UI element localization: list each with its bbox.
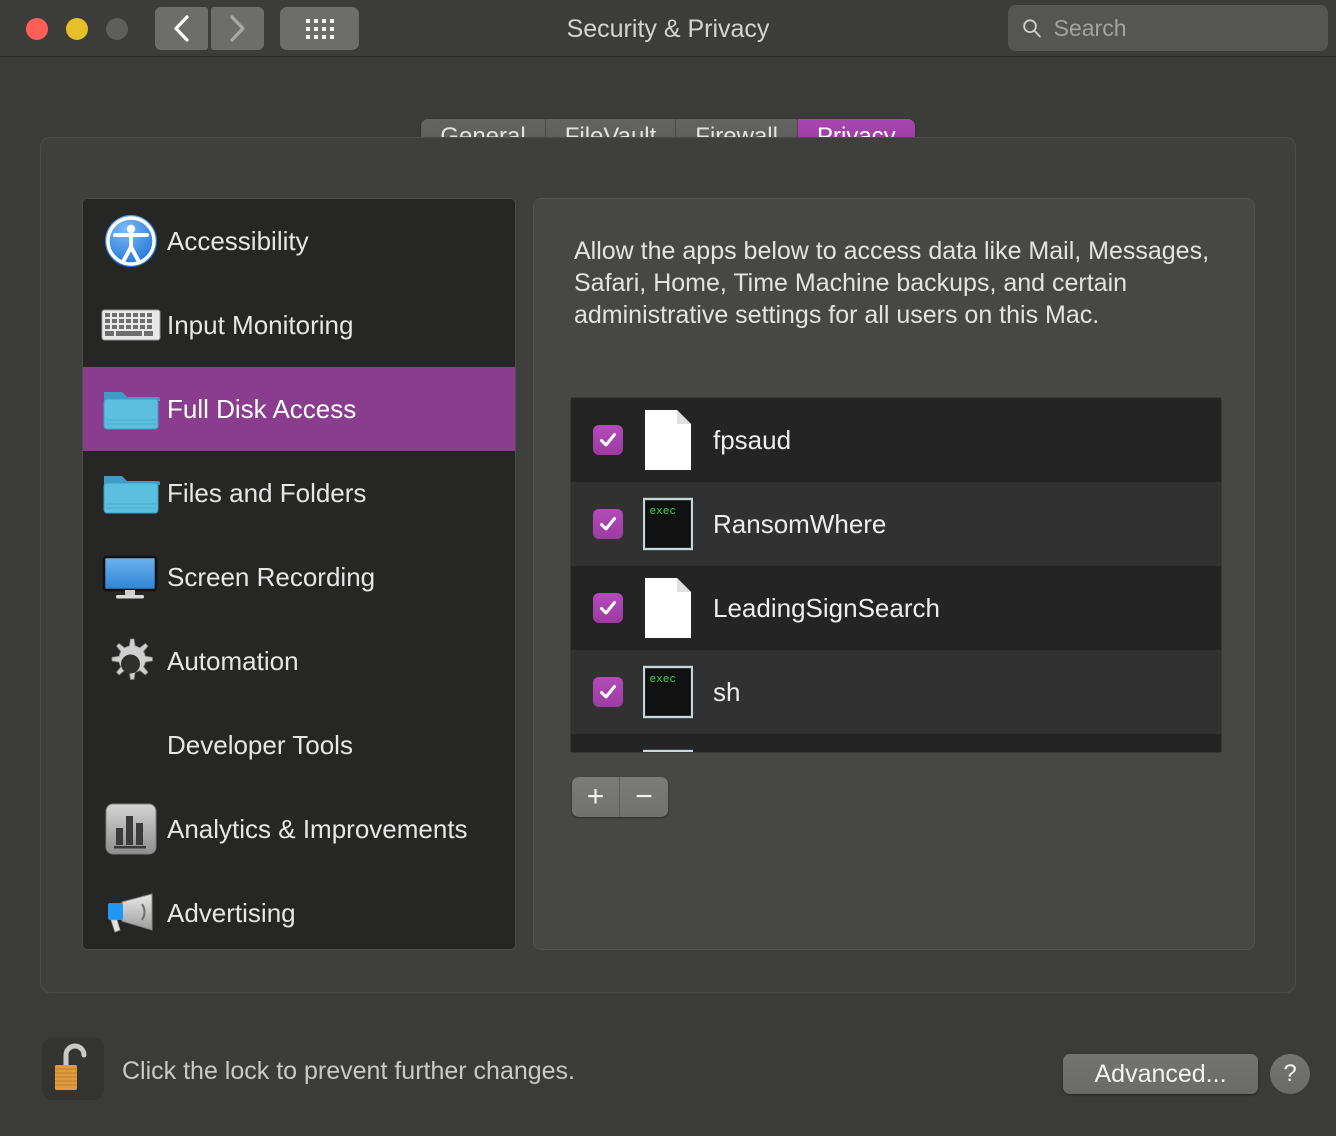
megaphone-icon <box>95 885 167 941</box>
no-icon-placeholder <box>95 717 167 773</box>
app-checkbox[interactable] <box>593 677 623 707</box>
app-name: LeadingSignSearch <box>713 592 940 623</box>
blank-document-icon <box>643 409 693 471</box>
checkmark-icon <box>600 433 616 447</box>
unlocked-padlock-icon <box>48 1040 98 1099</box>
sidebar-item-label: Automation <box>167 645 299 676</box>
sidebar-item-label: Accessibility <box>167 225 309 256</box>
list-action-buttons: + − <box>572 777 668 817</box>
folder-icon <box>95 465 167 521</box>
checkmark-icon <box>600 517 616 531</box>
app-checkbox[interactable] <box>593 593 623 623</box>
sidebar-item-label: Developer Tools <box>167 729 353 760</box>
table-row-partial[interactable] <box>571 734 1221 752</box>
gear-icon <box>95 633 167 689</box>
sidebar-item-label: Input Monitoring <box>167 309 354 340</box>
keyboard-icon <box>95 297 167 353</box>
exec-icon <box>643 745 693 752</box>
help-button[interactable]: ? <box>1270 1054 1310 1094</box>
table-row[interactable]: exec sh <box>571 650 1221 734</box>
bottom-bar: Click the lock to prevent further change… <box>0 1022 1336 1136</box>
sidebar-item-advertising[interactable]: Advertising <box>83 871 515 949</box>
app-checkbox[interactable] <box>593 425 623 455</box>
sidebar-item-label: Analytics & Improvements <box>167 813 468 844</box>
advanced-button[interactable]: Advanced... <box>1063 1054 1258 1094</box>
sidebar-item-label: Screen Recording <box>167 561 376 592</box>
pane-description: Allow the apps below to access data like… <box>574 237 1210 329</box>
table-row[interactable]: LeadingSignSearch <box>571 566 1221 650</box>
exec-icon: exec <box>643 661 693 723</box>
svg-text:exec: exec <box>649 506 676 518</box>
blank-document-icon <box>643 577 693 639</box>
sidebar-item-automation[interactable]: Automation <box>83 619 515 703</box>
table-row[interactable]: exec RansomWhere <box>571 482 1221 566</box>
table-row[interactable]: fpsaud <box>571 398 1221 482</box>
sidebar-item-developer-tools[interactable]: Developer Tools <box>83 703 515 787</box>
search-icon <box>1023 19 1041 38</box>
folder-icon <box>95 381 167 437</box>
sidebar-item-files-and-folders[interactable]: Files and Folders <box>83 451 515 535</box>
display-icon <box>95 549 167 605</box>
sidebar-item-accessibility[interactable]: Accessibility <box>83 199 515 283</box>
sidebar-item-label: Full Disk Access <box>167 393 357 424</box>
window-titlebar: Security & Privacy <box>0 0 1336 57</box>
privacy-detail-pane: Allow the apps below to access data like… <box>533 198 1255 950</box>
lock-status-text: Click the lock to prevent further change… <box>122 1057 576 1085</box>
sidebar-item-screen-recording[interactable]: Screen Recording <box>83 535 515 619</box>
preferences-panel: Accessibility Input Monitoring Full Disk… <box>40 137 1296 993</box>
sidebar-item-analytics-improvements[interactable]: Analytics & Improvements <box>83 787 515 871</box>
search-input[interactable] <box>1053 14 1314 42</box>
app-checkbox[interactable] <box>593 509 623 539</box>
sidebar-item-input-monitoring[interactable]: Input Monitoring <box>83 283 515 367</box>
app-name: sh <box>713 676 741 707</box>
app-name: RansomWhere <box>713 508 887 539</box>
remove-app-button[interactable]: − <box>620 777 668 817</box>
bar-chart-icon <box>95 801 167 857</box>
svg-text:exec: exec <box>649 674 676 686</box>
privacy-category-sidebar[interactable]: Accessibility Input Monitoring Full Disk… <box>82 198 516 950</box>
sidebar-item-full-disk-access[interactable]: Full Disk Access <box>83 367 515 451</box>
sidebar-item-label: Files and Folders <box>167 477 367 508</box>
checkmark-icon <box>600 685 616 699</box>
checkmark-icon <box>600 601 616 615</box>
exec-icon: exec <box>643 493 693 555</box>
sidebar-item-label: Advertising <box>167 897 296 928</box>
accessibility-icon <box>95 213 167 269</box>
add-app-button[interactable]: + <box>572 777 620 817</box>
lock-button[interactable] <box>42 1038 104 1100</box>
search-field[interactable] <box>1008 5 1328 51</box>
app-name: fpsaud <box>713 424 792 455</box>
allowed-apps-list[interactable]: fpsaud exec RansomWhere LeadingSignSearc… <box>570 397 1222 753</box>
